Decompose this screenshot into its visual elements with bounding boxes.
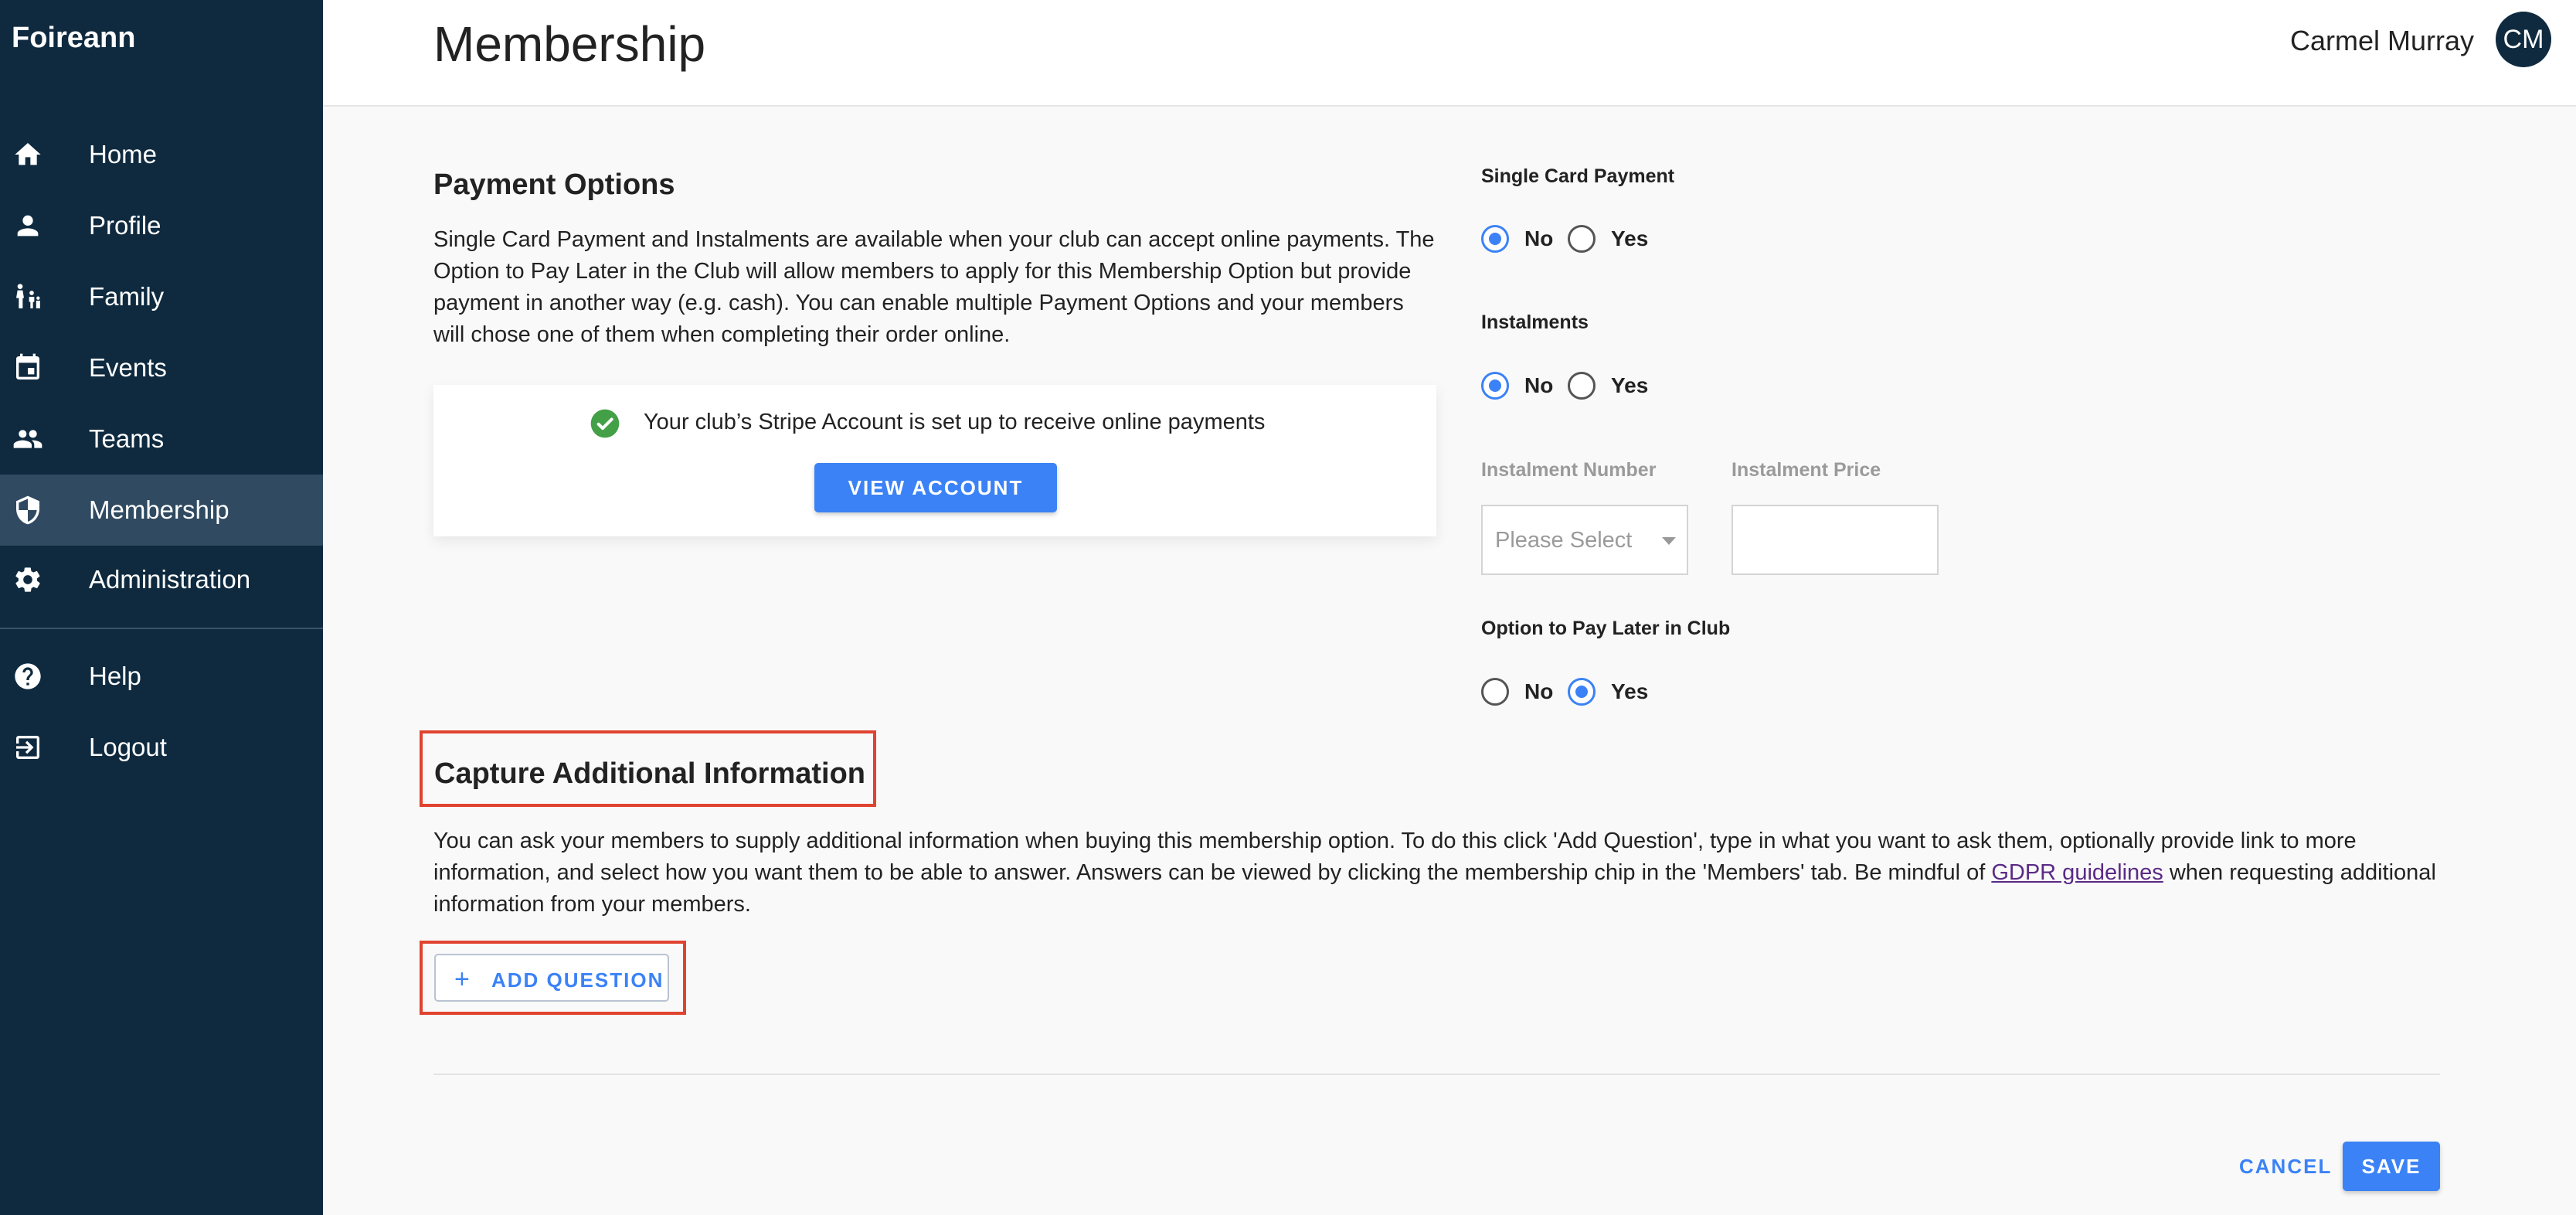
instalment-number-select[interactable]: Please Select (1481, 505, 1688, 575)
instalment-number-label: Instalment Number (1481, 459, 1657, 481)
instalment-price-input[interactable] (1731, 505, 1939, 575)
radio-label: No (1524, 226, 1554, 250)
single-card-payment-no-radio[interactable] (1481, 225, 1509, 253)
home-icon (12, 139, 43, 170)
sidebar-item-label: Logout (89, 733, 167, 761)
pay-later-no-radio[interactable] (1481, 678, 1509, 706)
person-icon (12, 210, 43, 241)
single-card-payment-label: Single Card Payment (1481, 165, 1675, 187)
sidebar-item-label: Profile (89, 211, 161, 240)
pay-later-yes-radio[interactable] (1568, 678, 1596, 706)
sidebar-item-label: Home (89, 140, 158, 168)
radio-label: Yes (1611, 226, 1649, 250)
payment-options-description: Single Card Payment and Instalments are … (433, 227, 1435, 347)
sidebar-item-label: Administration (89, 565, 251, 594)
radio-label: No (1524, 373, 1554, 397)
page-title: Membership (433, 16, 706, 72)
instalments-no-radio[interactable] (1481, 372, 1509, 400)
footer-divider (433, 1074, 2440, 1075)
radio-label: No (1524, 679, 1554, 703)
brand-logo: Foireann (12, 22, 136, 54)
single-card-payment-yes-radio[interactable] (1568, 225, 1596, 253)
select-placeholder: Please Select (1495, 528, 1633, 553)
sidebar-item-home[interactable]: Home (0, 119, 323, 190)
pay-later-label: Option to Pay Later in Club (1481, 618, 1731, 639)
help-icon (12, 661, 43, 692)
sidebar-item-membership[interactable]: Membership (0, 475, 323, 546)
sidebar-item-profile[interactable]: Profile (0, 190, 323, 261)
payment-options-title: Payment Options (433, 168, 675, 201)
sidebar-item-label: Help (89, 662, 141, 690)
sidebar-item-label: Membership (89, 495, 229, 524)
check-circle-icon (590, 409, 620, 438)
sidebar-divider (0, 628, 323, 629)
sidebar-item-logout[interactable]: Logout (0, 712, 323, 783)
add-question-button[interactable]: + ADD QUESTION (434, 954, 669, 1002)
sidebar-item-label: Events (89, 353, 167, 382)
radio-label: Yes (1611, 373, 1649, 397)
sidebar-item-family[interactable]: Family (0, 261, 323, 332)
logout-icon (12, 732, 43, 763)
page-header: Membership Carmel Murray CM (323, 0, 2576, 107)
gear-icon (12, 564, 43, 595)
capture-info-title: Capture Additional Information (434, 757, 866, 790)
instalments-yes-radio[interactable] (1568, 372, 1596, 400)
avatar[interactable]: CM (2496, 12, 2551, 67)
shield-icon (12, 495, 43, 526)
capture-info-description: You can ask your members to supply addit… (433, 825, 2442, 921)
sidebar-item-events[interactable]: Events (0, 332, 323, 403)
sidebar-item-help[interactable]: Help (0, 641, 323, 712)
cancel-button[interactable]: CANCEL (2239, 1141, 2332, 1192)
sidebar-item-label: Teams (89, 424, 165, 453)
caret-down-icon (1662, 537, 1676, 545)
user-name[interactable]: Carmel Murray (2290, 25, 2474, 57)
sidebar-item-label: Family (89, 282, 165, 311)
group-icon (12, 424, 43, 454)
sidebar-item-teams[interactable]: Teams (0, 403, 323, 475)
family-icon (12, 281, 43, 312)
instalment-price-label: Instalment Price (1731, 459, 1881, 481)
instalments-label: Instalments (1481, 311, 1589, 333)
save-button[interactable]: SAVE (2343, 1142, 2440, 1191)
stripe-status-message: Your club’s Stripe Account is set up to … (644, 410, 1266, 434)
sidebar-item-administration[interactable]: Administration (0, 544, 323, 615)
gdpr-guidelines-link[interactable]: GDPR guidelines (1991, 860, 2163, 885)
plus-icon: + (454, 965, 471, 994)
calendar-icon (12, 352, 43, 383)
stripe-status-card: Your club’s Stripe Account is set up to … (433, 385, 1436, 536)
add-question-label: ADD QUESTION (491, 968, 664, 992)
sidebar: Foireann Home Profile Family Events Team… (0, 0, 323, 1215)
view-account-button[interactable]: VIEW ACCOUNT (814, 463, 1057, 512)
radio-label: Yes (1611, 679, 1649, 703)
